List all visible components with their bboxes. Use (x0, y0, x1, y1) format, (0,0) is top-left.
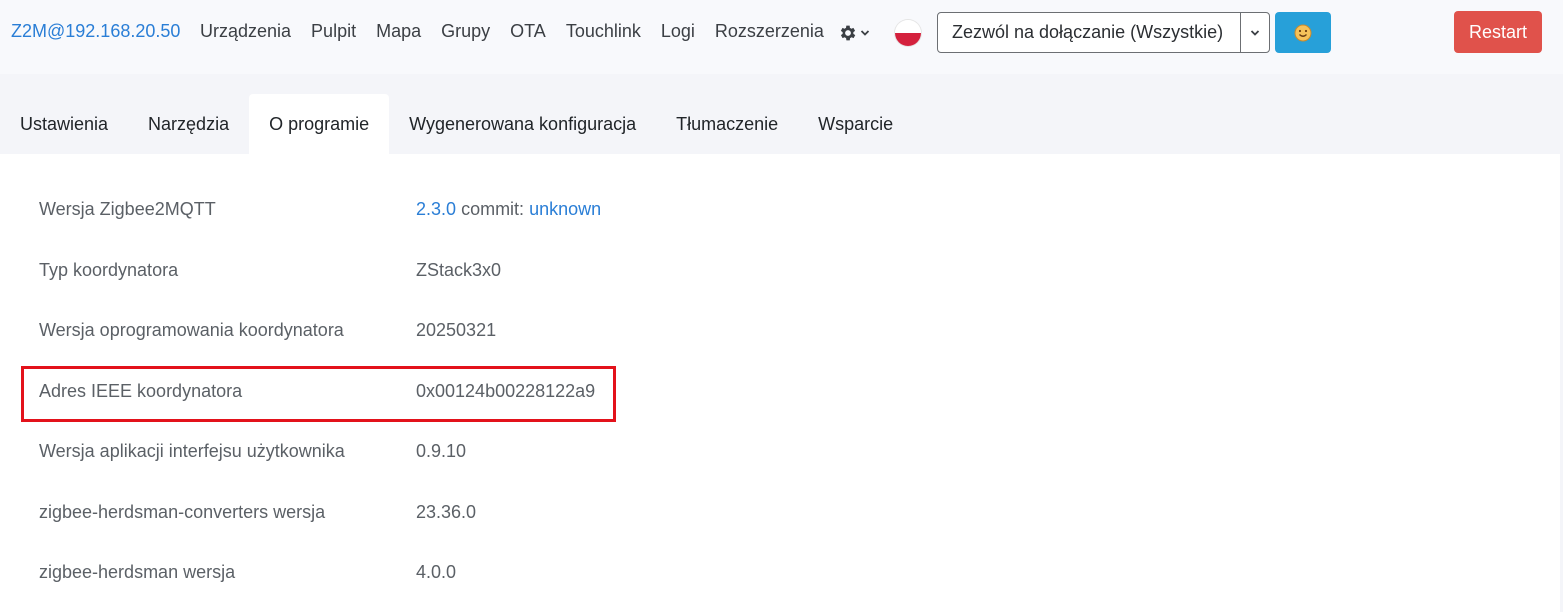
info-row-zhc-version: zigbee-herdsman-converters wersja 23.36.… (0, 482, 800, 542)
info-value: ZStack3x0 (416, 259, 502, 280)
smiley-icon (1294, 24, 1312, 41)
settings-tabs: Ustawienia Narzędzia O programie Wygener… (0, 94, 913, 154)
nav-touchlink[interactable]: Touchlink (556, 21, 651, 42)
poland-flag-icon[interactable] (895, 20, 921, 46)
info-label: Wersja aplikacji interfejsu użytkownika (39, 440, 345, 461)
info-value: 0x00124b00228122a9 (416, 380, 596, 401)
info-label: Adres IEEE koordynatora (39, 380, 243, 401)
info-label: zigbee-herdsman wersja (39, 561, 236, 582)
permit-join-dropdown-toggle[interactable] (1240, 13, 1269, 52)
nav-extensions[interactable]: Rozszerzenia (705, 21, 834, 42)
info-value: 2.3.0 commit: unknown (416, 199, 601, 220)
brand-link[interactable]: Z2M@192.168.20.50 (11, 21, 180, 42)
chevron-down-icon (1250, 29, 1260, 36)
nav-logs[interactable]: Logi (651, 21, 705, 42)
info-label: zigbee-herdsman-converters wersja (39, 501, 326, 522)
tab-about[interactable]: O programie (249, 94, 390, 154)
info-row-coordinator-ieee: Adres IEEE koordynatora 0x00124b00228122… (0, 361, 800, 421)
z2m-version-link[interactable]: 2.3.0 (416, 199, 456, 219)
tab-settings[interactable]: Ustawienia (0, 94, 128, 154)
permit-join-button[interactable] (1275, 12, 1331, 53)
permit-join-select[interactable]: Zezwól na dołączanie (Wszystkie) (937, 12, 1270, 53)
info-row-coordinator-firmware: Wersja oprogramowania koordynatora 20250… (0, 300, 800, 360)
tab-generated-config[interactable]: Wygenerowana konfiguracja (389, 94, 656, 154)
nav-ota[interactable]: OTA (500, 21, 556, 42)
settings-tabbar: Ustawienia Narzędzia O programie Wygener… (0, 74, 1563, 154)
settings-dropdown[interactable] (838, 22, 874, 44)
info-value: 0.9.10 (416, 440, 467, 461)
info-value: 23.36.0 (416, 501, 477, 522)
tab-translation[interactable]: Tłumaczenie (656, 94, 798, 154)
info-row-z2m-version: Wersja Zigbee2MQTT 2.3.0 commit: unknown (0, 179, 800, 239)
info-row-zh-version: zigbee-herdsman wersja 4.0.0 (0, 542, 800, 602)
tab-tools[interactable]: Narzędzia (128, 94, 249, 154)
commit-link[interactable]: unknown (529, 199, 601, 219)
nav-dashboard[interactable]: Pulpit (301, 21, 366, 42)
info-label: Typ koordynatora (39, 259, 179, 280)
info-value: 20250321 (416, 319, 497, 340)
nav-map[interactable]: Mapa (366, 21, 431, 42)
commit-label: commit: (461, 198, 525, 219)
restart-button[interactable]: Restart (1454, 11, 1542, 53)
gear-icon (840, 25, 856, 41)
main-nav: Urządzenia Pulpit Mapa Grupy OTA Touchli… (190, 21, 834, 42)
permit-join-select-value: Zezwól na dołączanie (Wszystkie) (952, 22, 1224, 42)
info-label: Wersja Zigbee2MQTT (39, 198, 216, 219)
info-label: Wersja oprogramowania koordynatora (39, 319, 344, 340)
info-row-coordinator-type: Typ koordynatora ZStack3x0 (0, 240, 800, 300)
info-row-frontend-version: Wersja aplikacji interfejsu użytkownika … (0, 421, 800, 481)
about-panel: Wersja Zigbee2MQTT 2.3.0 commit: unknown… (0, 154, 1560, 612)
nav-devices[interactable]: Urządzenia (190, 21, 301, 42)
tab-support[interactable]: Wsparcie (798, 94, 913, 154)
chevron-down-icon (860, 30, 870, 36)
info-value: 4.0.0 (416, 561, 457, 582)
nav-groups[interactable]: Grupy (431, 21, 500, 42)
top-navbar: Z2M@192.168.20.50 Urządzenia Pulpit Mapa… (0, 0, 1563, 74)
